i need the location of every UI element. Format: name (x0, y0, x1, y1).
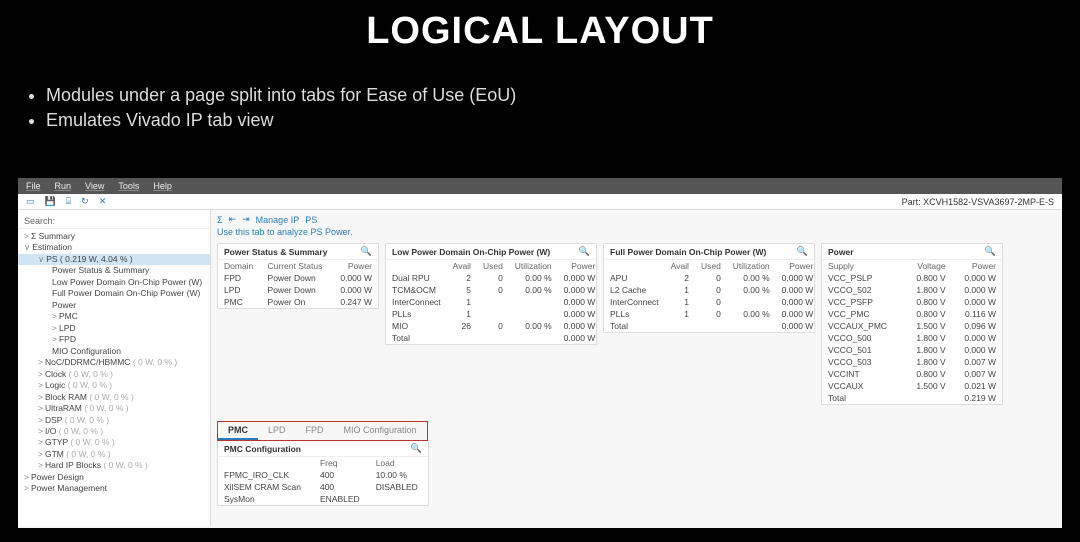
menu-view[interactable]: View (85, 181, 104, 191)
tree-item[interactable]: >Power Management (18, 483, 210, 494)
slide-title: LOGICAL LAYOUT (0, 0, 1080, 53)
tree-item[interactable]: MIO Configuration (18, 346, 210, 357)
menu-help[interactable]: Help (153, 181, 172, 191)
table-row: PLLs100.00 %0.000 W (604, 308, 819, 320)
tree-item[interactable]: >UltraRAM ( 0 W, 0 % ) (18, 403, 210, 414)
close-icon[interactable]: ✕ (99, 196, 107, 207)
tree-item[interactable]: >Power Design (18, 472, 210, 483)
panel-cfg-title: PMC Configuration (224, 444, 301, 454)
table-row: InterConnect100.000 W (604, 296, 819, 308)
tree-item[interactable]: >GTM ( 0 W, 0 % ) (18, 449, 210, 460)
tree-item[interactable]: >DSP ( 0 W, 0 % ) (18, 415, 210, 426)
search-icon[interactable]: 🔍 (411, 443, 422, 454)
table-row: VCCAUX_PMC1.500 V0.096 W (822, 320, 1002, 332)
tree-item[interactable]: >FPD (18, 334, 210, 345)
open-icon[interactable]: ▭ (26, 196, 35, 207)
bullet-0: Modules under a page split into tabs for… (46, 85, 1080, 106)
sigma-icon[interactable]: Σ (217, 215, 223, 225)
search-icon[interactable]: 🔍 (579, 246, 590, 257)
table-row: SysMonENABLED (218, 493, 428, 505)
table-row: InterConnect10.000 W (386, 296, 601, 308)
panel-power-title: Power (828, 247, 854, 257)
table-row: PLLs10.000 W (386, 308, 601, 320)
tree-item[interactable]: >Hard IP Blocks ( 0 W, 0 % ) (18, 460, 210, 471)
table-row: LPDPower Down0.000 W (218, 284, 378, 296)
search-input[interactable]: Search: (18, 214, 210, 229)
tab-pmc[interactable]: PMC (218, 422, 258, 440)
tree-item[interactable]: >Logic ( 0 W, 0 % ) (18, 380, 210, 391)
tree-item[interactable]: >GTYP ( 0 W, 0 % ) (18, 437, 210, 448)
banner: Σ ⇤ ⇥ Manage IP PS (217, 214, 1056, 225)
table-row: VCCINT0.800 V0.007 W (822, 368, 1002, 380)
tree-item[interactable]: ∨Estimation (18, 242, 210, 253)
tree-item[interactable]: >Block RAM ( 0 W, 0 % ) (18, 392, 210, 403)
table-row: VCCO_5021.800 V0.000 W (822, 284, 1002, 296)
table-row: Dual RPU200.00 %0.000 W (386, 272, 601, 284)
table-row: APU200.00 %0.000 W (604, 272, 819, 284)
table-row: FPMC_IRO_CLK40010.00 % (218, 469, 428, 481)
menu-file[interactable]: File (26, 181, 41, 191)
table-row: Total0.000 W (604, 320, 819, 332)
table-row: XilSEM CRAM Scan400DISABLED (218, 481, 428, 493)
search-icon[interactable]: 🔍 (361, 246, 372, 257)
save-icon[interactable]: 💾 (45, 196, 56, 207)
tree-item[interactable]: Power (18, 300, 210, 311)
hint-text: Use this tab to analyze PS Power. (217, 227, 1056, 237)
tab-fpd[interactable]: FPD (296, 422, 334, 440)
table-row: Total0.000 W (386, 332, 601, 344)
part-label: Part: XCVH1582-VSVA3697-2MP-E-S (902, 197, 1054, 207)
config-tabs: PMC LPD FPD MIO Configuration (217, 421, 428, 441)
refresh-icon[interactable]: ↻ (81, 196, 89, 207)
manage-ip-link[interactable]: Manage IP (256, 215, 300, 225)
collapse-icon[interactable]: ⇤ (229, 214, 237, 225)
table-row: Total0.219 W (822, 392, 1002, 404)
table-row: VCC_PSLP0.800 V0.000 W (822, 272, 1002, 284)
table-row: MIO2600.00 %0.000 W (386, 320, 601, 332)
table-row: VCCO_5031.800 V0.007 W (822, 356, 1002, 368)
tree-item[interactable]: >NoC/DDRMC/HBMMC ( 0 W, 0 % ) (18, 357, 210, 368)
tree-item[interactable]: >PMC (18, 311, 210, 322)
tree-item[interactable]: >Clock ( 0 W, 0 % ) (18, 369, 210, 380)
menu-tools[interactable]: Tools (118, 181, 139, 191)
table-row: VCCO_5011.800 V0.000 W (822, 344, 1002, 356)
table-row: VCC_PSFP0.800 V0.000 W (822, 296, 1002, 308)
panel-fpd: Full Power Domain On-Chip Power (W)🔍 Ava… (603, 243, 815, 333)
toolbar: ▭ 💾 ⌸ ↻ ✕ Part: XCVH1582-VSVA3697-2MP-E-… (18, 194, 1062, 210)
print-icon[interactable]: ⌸ (66, 196, 71, 207)
table-row: FPDPower Down0.000 W (218, 272, 378, 284)
table-row: L2 Cache100.00 %0.000 W (604, 284, 819, 296)
panel-lpd-title: Low Power Domain On-Chip Power (W) (392, 247, 550, 257)
ps-label: PS (305, 215, 317, 225)
table-row: PMCPower On0.247 W (218, 296, 378, 308)
panel-cfg: PMC Configuration🔍 FreqLoadFPMC_IRO_CLK4… (217, 440, 429, 506)
tree-item[interactable]: Low Power Domain On-Chip Power (W) (18, 277, 210, 288)
search-icon[interactable]: 🔍 (985, 246, 996, 257)
panel-status-title: Power Status & Summary (224, 247, 327, 257)
tab-lpd[interactable]: LPD (258, 422, 296, 440)
tree-item[interactable]: >I/O ( 0 W, 0 % ) (18, 426, 210, 437)
panel-power: Power🔍 SupplyVoltagePowerVCC_PSLP0.800 V… (821, 243, 1003, 405)
panel-fpd-title: Full Power Domain On-Chip Power (W) (610, 247, 766, 257)
tree: >Σ Summary∨Estimation∨PS ( 0.219 W, 4.04… (18, 231, 210, 495)
tree-item[interactable]: Full Power Domain On-Chip Power (W) (18, 288, 210, 299)
table-row: VCCAUX1.500 V0.021 W (822, 380, 1002, 392)
menu-bar: File Run View Tools Help (18, 178, 1062, 194)
sidebar: Search: >Σ Summary∨Estimation∨PS ( 0.219… (18, 210, 211, 526)
tree-item[interactable]: >LPD (18, 323, 210, 334)
panel-lpd: Low Power Domain On-Chip Power (W)🔍 Avai… (385, 243, 597, 345)
table-row: VCCO_5001.800 V0.000 W (822, 332, 1002, 344)
tree-item[interactable]: ∨PS ( 0.219 W, 4.04 % ) (18, 254, 210, 265)
tree-item[interactable]: >Σ Summary (18, 231, 210, 242)
table-row: TCM&OCM500.00 %0.000 W (386, 284, 601, 296)
slide-bullets: Modules under a page split into tabs for… (0, 71, 1080, 137)
menu-run[interactable]: Run (55, 181, 72, 191)
panel-status: Power Status & Summary🔍 DomainCurrent St… (217, 243, 379, 309)
bullet-1: Emulates Vivado IP tab view (46, 110, 1080, 131)
tree-item[interactable]: Power Status & Summary (18, 265, 210, 276)
expand-icon[interactable]: ⇥ (242, 214, 250, 225)
app-window: File Run View Tools Help ▭ 💾 ⌸ ↻ ✕ Part:… (18, 178, 1062, 528)
tab-mio[interactable]: MIO Configuration (334, 422, 427, 440)
search-icon[interactable]: 🔍 (797, 246, 808, 257)
table-row: VCC_PMC0.800 V0.116 W (822, 308, 1002, 320)
